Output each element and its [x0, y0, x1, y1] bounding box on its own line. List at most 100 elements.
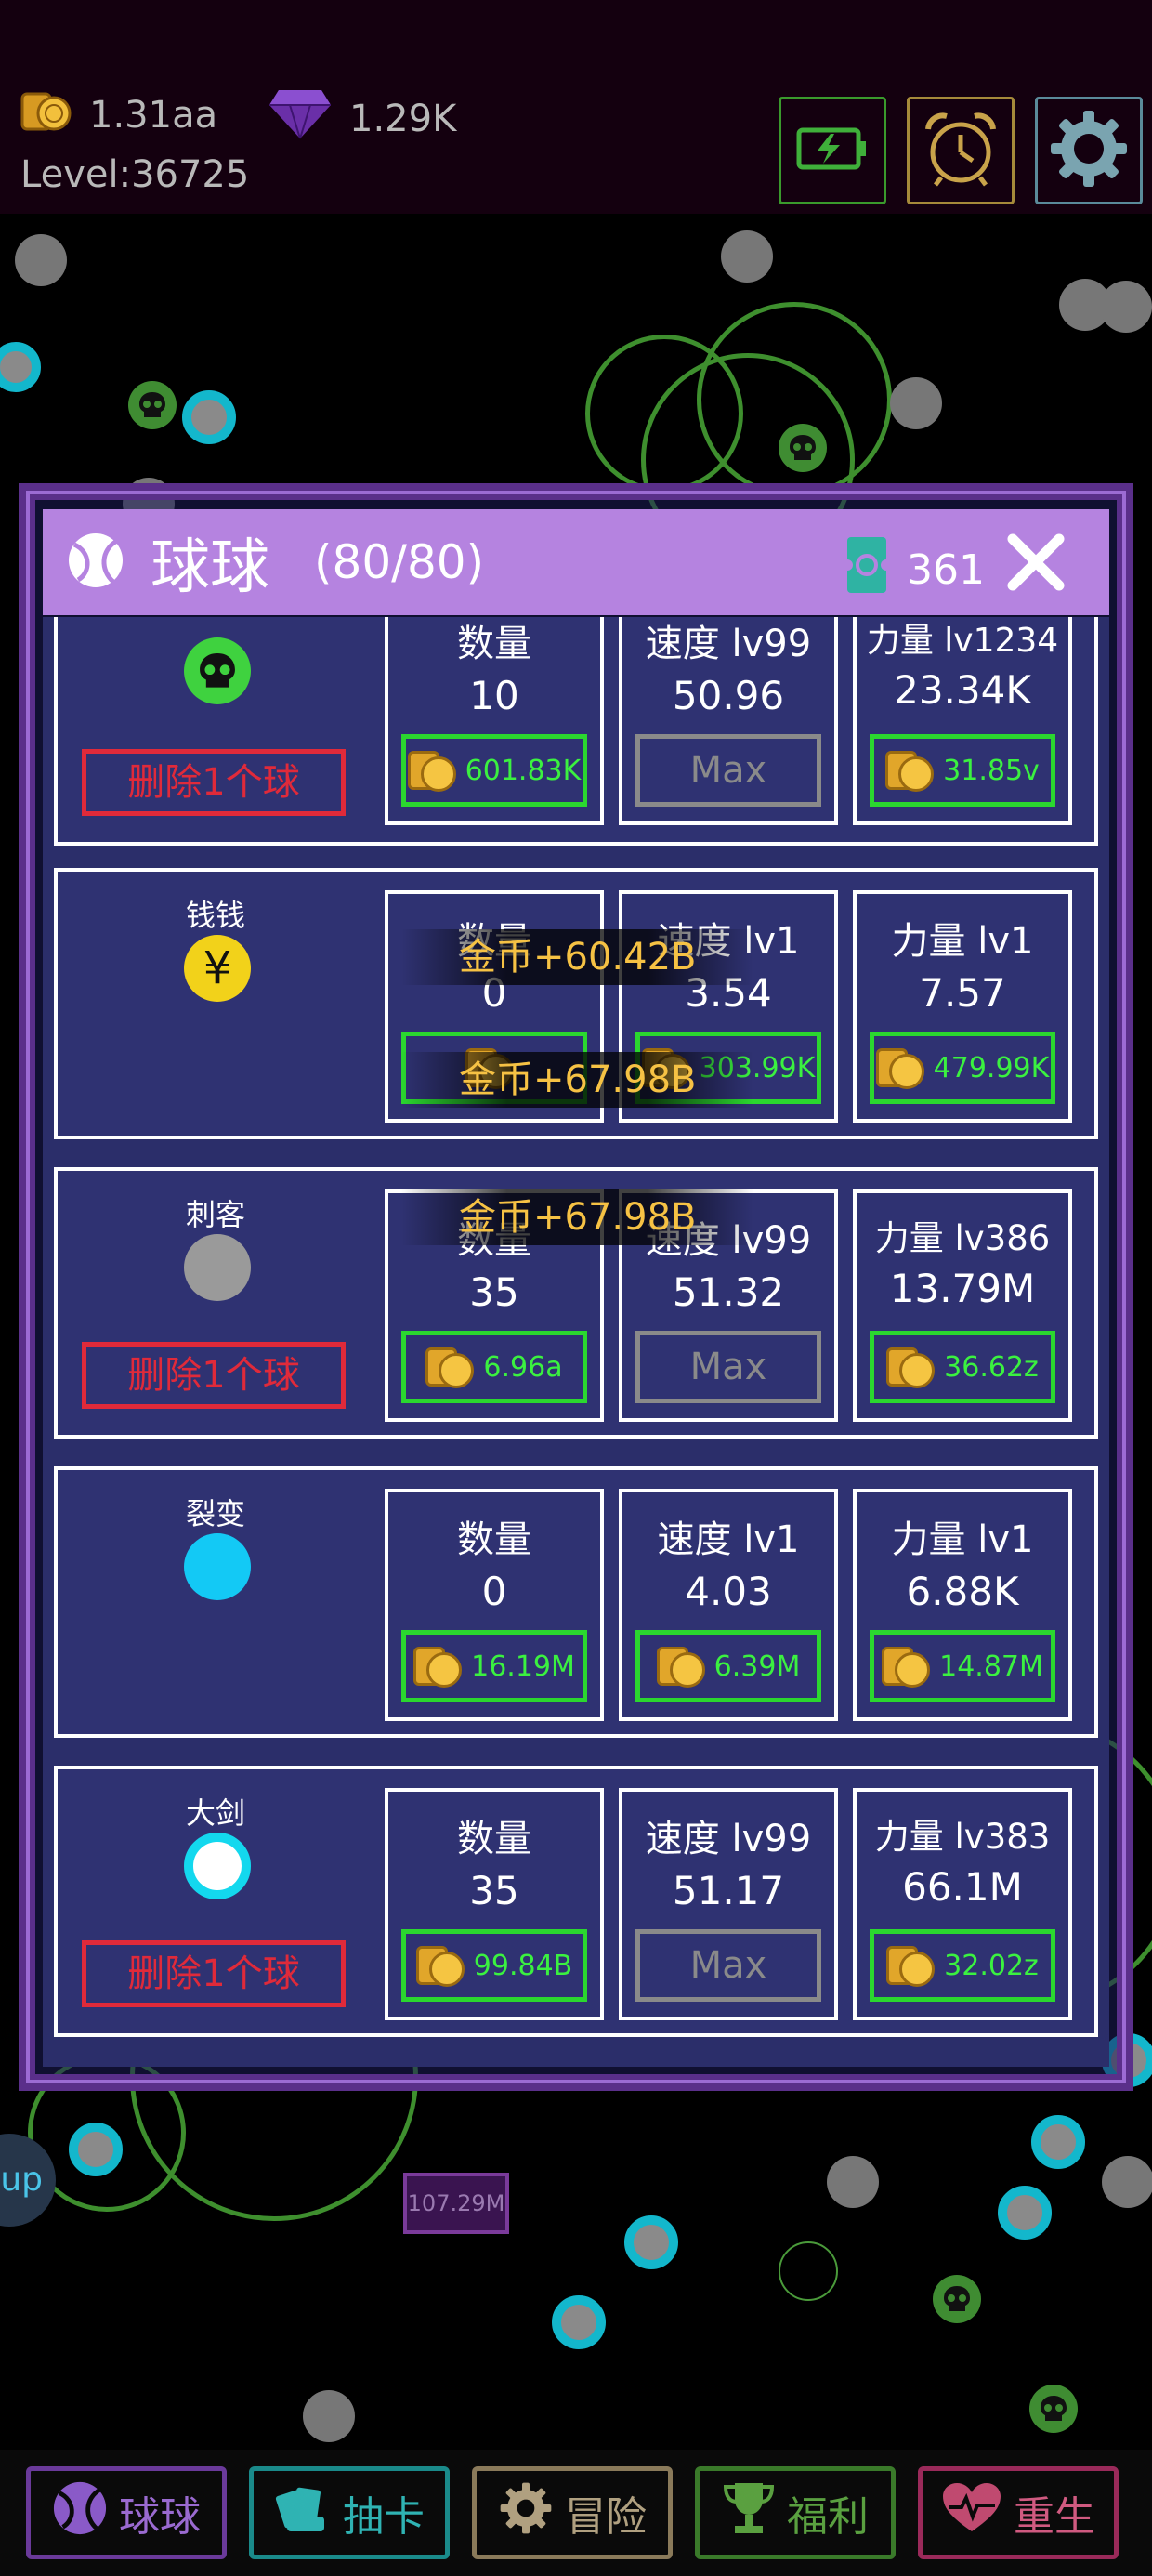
cost-label: 16.19M — [471, 1649, 575, 1683]
ball — [15, 234, 67, 286]
ball-row: 裂变 数量 0 16.19M 速度 lv1 4.03 6.39M 力量 lv1 … — [54, 1466, 1098, 1738]
quantity-label: 数量 — [457, 1518, 531, 1561]
skull-ball — [779, 424, 827, 472]
delete-ball-button[interactable]: 删除1个球 — [82, 1342, 346, 1409]
buy-quantity-button[interactable]: 6.96a — [401, 1331, 587, 1403]
cost-label: 6.39M — [713, 1649, 801, 1683]
speed-max-button[interactable]: Max — [635, 1331, 821, 1403]
ball-panel-header: 球球 (80/80) 361 — [43, 509, 1109, 615]
ball — [624, 2215, 678, 2269]
ball-name: 刺客 — [185, 1197, 245, 1232]
close-button[interactable] — [1005, 532, 1067, 593]
speed-max-button[interactable]: Max — [635, 734, 821, 807]
gold-coin-icon — [886, 1942, 936, 1989]
quantity-label: 数量 — [457, 1818, 531, 1860]
ticket-icon — [842, 535, 893, 605]
delete-ball-button[interactable]: 删除1个球 — [82, 1940, 346, 2007]
speed-cell: 速度 lv1 4.03 6.39M — [619, 1489, 838, 1721]
ball — [827, 2156, 879, 2208]
speed-max-button[interactable]: Max — [635, 1929, 821, 2002]
bottom-nav: 球球 抽卡 冒险 福利 重生 — [0, 2450, 1152, 2576]
nav-adventure[interactable]: 冒险 — [472, 2466, 673, 2559]
buy-speed-button[interactable]: 6.39M — [635, 1630, 821, 1702]
cost-label: 99.84B — [473, 1949, 573, 1982]
speed-label: 速度 lv99 — [645, 623, 812, 665]
ball — [0, 342, 41, 392]
ball — [552, 2295, 606, 2349]
buy-power-button[interactable]: 479.99K — [870, 1032, 1055, 1104]
greatsword-ball-icon — [184, 1833, 251, 1899]
ball — [69, 2123, 123, 2176]
ball — [1100, 281, 1152, 333]
cost-label: 14.87M — [939, 1649, 1043, 1683]
ball-upgrade-list[interactable]: 删除1个球 数量 10 601.83K 速度 lv99 50.96 Max 力量… — [43, 617, 1109, 2067]
gold-coin-icon — [20, 88, 72, 142]
ball — [721, 230, 773, 283]
power-value: 6.88K — [906, 1569, 1019, 1614]
nav-rebirth[interactable]: 重生 — [918, 2466, 1119, 2559]
power-cell: 力量 lv1 7.57 479.99K — [853, 890, 1072, 1123]
buy-power-button[interactable]: 32.02z — [870, 1929, 1055, 2002]
quantity-value: 35 — [469, 1868, 519, 1913]
alarm-clock-button[interactable] — [907, 97, 1015, 204]
ball — [890, 377, 942, 429]
cost-label: 601.83K — [465, 754, 582, 787]
power-value: 66.1M — [902, 1864, 1023, 1910]
battery-button[interactable] — [779, 97, 886, 204]
cost-label: 6.96a — [483, 1350, 563, 1384]
ticket-display: 361 — [842, 535, 985, 605]
gold-coin-icon — [407, 747, 456, 794]
speed-value: 51.17 — [672, 1868, 785, 1913]
nav-welfare[interactable]: 福利 — [695, 2466, 896, 2559]
settings-button[interactable] — [1035, 97, 1143, 204]
gold-coin-icon — [425, 1344, 475, 1390]
ball — [303, 2390, 355, 2442]
max-label: Max — [689, 749, 767, 792]
buy-power-button[interactable]: 36.62z — [870, 1331, 1055, 1403]
gold-display: 1.31aa — [20, 88, 217, 142]
yen-icon: ¥ — [184, 935, 251, 1002]
cost-label: 36.62z — [944, 1350, 1039, 1384]
nav-gacha[interactable]: 抽卡 — [249, 2466, 450, 2559]
trophy-icon — [722, 2479, 776, 2547]
power-label: 力量 lv1234 — [866, 622, 1059, 660]
side-up-label: up — [0, 2161, 43, 2199]
fission-ball-icon — [184, 1533, 251, 1600]
nav-label: 冒险 — [565, 2493, 647, 2541]
power-cell: 力量 lv1 6.88K 14.87M — [853, 1489, 1072, 1721]
diamond-amount: 1.29K — [349, 98, 457, 140]
nav-balls[interactable]: 球球 — [26, 2466, 227, 2559]
buy-quantity-button[interactable]: 99.84B — [401, 1929, 587, 2002]
ball-count: (80/80) — [314, 535, 485, 589]
buy-power-button[interactable]: 31.85v — [870, 734, 1055, 807]
buy-quantity-button[interactable]: 16.19M — [401, 1630, 587, 1702]
cost-label: 479.99K — [933, 1051, 1050, 1084]
buy-power-button[interactable]: 14.87M — [870, 1630, 1055, 1702]
gold-coin-icon — [413, 1643, 463, 1689]
gold-coin-icon — [656, 1643, 705, 1689]
diamond-icon — [268, 88, 333, 150]
ball-row: 大剑 删除1个球 数量 35 99.84B 速度 lv99 51.17 Max … — [54, 1766, 1098, 2037]
buy-quantity-button[interactable]: 601.83K — [401, 734, 587, 807]
power-value: 13.79M — [889, 1266, 1036, 1311]
speed-cell: 速度 lv99 51.17 Max — [619, 1788, 838, 2020]
coin-reward-popup: 金币+67.98B — [401, 1052, 754, 1108]
gold-coin-icon — [875, 1045, 924, 1091]
nav-label: 球球 — [119, 2493, 201, 2541]
coin-reward-popup: 金币+67.98B — [401, 1189, 754, 1245]
panel-title: 球球 — [151, 533, 269, 602]
delete-ball-button[interactable]: 删除1个球 — [82, 749, 346, 816]
tennis-ball-icon — [67, 532, 124, 593]
speed-value: 51.32 — [672, 1269, 785, 1315]
power-cell: 力量 lv386 13.79M 36.62z — [853, 1189, 1072, 1422]
gear-icon — [498, 2480, 554, 2546]
nav-label: 福利 — [787, 2493, 869, 2541]
gold-amount: 1.31aa — [89, 94, 218, 137]
power-cell: 力量 lv1234 23.34K 31.85v — [853, 617, 1072, 825]
coin-reward-popup: 金币+60.42B — [401, 929, 754, 985]
alarm-clock-icon — [921, 109, 1001, 192]
power-label: 力量 lv383 — [874, 1817, 1051, 1857]
speed-value: 4.03 — [685, 1569, 772, 1614]
power-label: 力量 lv386 — [874, 1218, 1051, 1258]
speed-label: 速度 lv99 — [645, 1818, 812, 1860]
